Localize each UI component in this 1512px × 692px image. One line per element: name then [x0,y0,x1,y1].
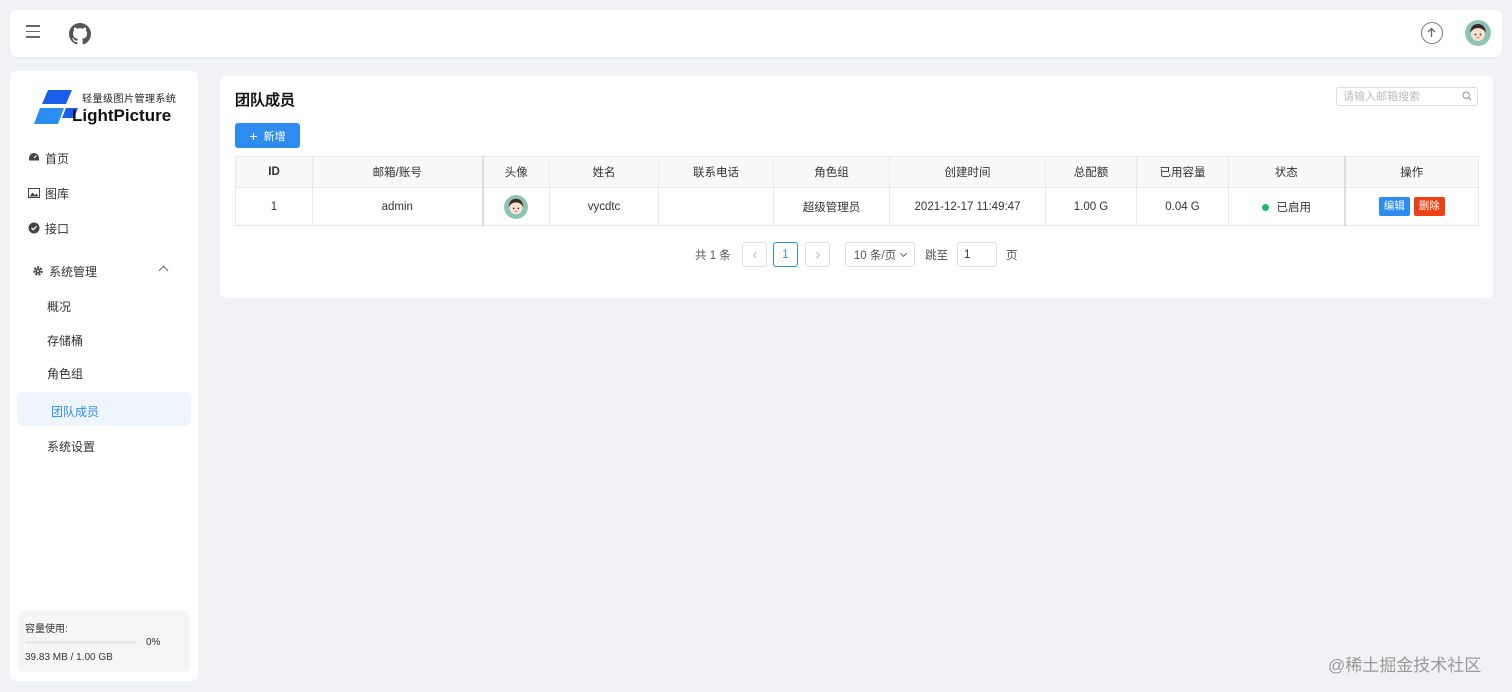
column-header[interactable]: 联系电话 [658,156,774,188]
cell-phone [658,187,774,226]
usage-title: 容量使用: [25,624,68,635]
cell-actions: 编辑 删除 [1343,187,1479,226]
sidebar-item-gallery[interactable]: 图库 [28,182,69,204]
cell-created: 2021-12-17 11:49:47 [889,187,1046,226]
sidebar-item-home[interactable]: 首页 [28,147,69,169]
pagination-total: 共 1 条 [695,250,731,262]
jump-field[interactable] [957,242,997,267]
usage-progress-bar [25,641,137,644]
column-header[interactable]: 操作 [1343,156,1479,188]
jump-input[interactable] [958,243,996,266]
column-header[interactable]: 姓名 [549,156,659,188]
sidebar-subitem-label: 概况 [47,299,72,314]
usage-detail: 39.83 MB / 1.00 GB [25,652,113,663]
sidebar-subitem-roles[interactable]: 角色组 [47,363,83,383]
chevron-down-icon [900,249,908,257]
page-button-current[interactable]: 1 [773,242,798,267]
jump-label: 跳至 [925,250,948,262]
usage-percent: 0% [146,637,161,648]
add-button-label: 新增 [263,130,286,143]
app-logo[interactable]: 轻量级图片管理系统 LightPicture [34,86,184,130]
sidebar-item-system-admin[interactable]: 系统管理 [32,260,97,282]
column-header[interactable]: 已用容量 [1136,156,1229,188]
sidebar-subitem-label: 团队成员 [51,405,100,419]
column-header[interactable]: 总配额 [1045,156,1137,188]
prev-page-button[interactable] [742,242,767,267]
sidebar-item-label: 首页 [45,151,70,166]
members-table: ID 邮箱/账号 头像 姓名 联系电话 角色组 创建时间 总配额 已用容量 状态… [235,156,1479,226]
edit-button[interactable]: 编辑 [1378,197,1410,216]
email-search[interactable] [1336,87,1478,106]
column-header[interactable]: 状态 [1228,156,1345,188]
gear-icon [33,266,43,276]
add-member-button[interactable]: + 新增 [235,123,300,148]
sidebar-item-label: 系统管理 [49,264,98,279]
status-dot-icon [1261,203,1269,211]
cell-avatar [482,187,550,226]
sidebar-subitem-label: 系统设置 [47,439,96,454]
sidebar-item-label: 图库 [45,186,70,201]
page-size-select[interactable]: 10 条/页 [845,242,915,267]
cell-account: admin [312,187,484,226]
chevron-left-icon [752,251,757,258]
column-header[interactable]: 邮箱/账号 [312,156,484,188]
table-row: 1 admin vycdtc 超级管理员 2021-12-17 11:49:47… [235,187,1479,226]
watermark: @稀土掘金技术社区 [1328,656,1482,675]
main-card: 团队成员 + 新增 ID 邮箱/账号 头像 姓名 联系电话 角色组 创建时间 总… [220,76,1493,298]
search-input[interactable] [1337,88,1457,105]
cell-status: 已启用 [1228,187,1345,226]
logo-name: LightPicture [72,106,172,125]
sidebar-subitem-buckets[interactable]: 存储桶 [47,330,83,350]
column-header[interactable]: ID [235,156,313,188]
image-icon [28,188,40,198]
user-avatar[interactable] [1465,20,1491,46]
upload-icon[interactable] [1421,22,1443,44]
chevron-up-icon[interactable] [158,265,169,276]
delete-button[interactable]: 删除 [1413,197,1445,216]
next-page-button[interactable] [805,242,830,267]
plus-icon: + [249,127,258,144]
hamburger-icon[interactable] [26,25,40,39]
sidebar-item-label: 接口 [45,221,70,236]
page-size-label: 10 条/页 [853,249,897,262]
column-header[interactable]: 角色组 [773,156,890,188]
storage-usage-card: 容量使用: 0% 39.83 MB / 1.00 GB [18,610,190,672]
sidebar-subitem-overview[interactable]: 概况 [47,296,71,316]
top-header [10,10,1502,57]
api-icon [28,222,40,234]
search-icon[interactable] [1462,91,1472,101]
sidebar-subitem-label: 角色组 [47,366,84,381]
github-icon[interactable] [69,23,91,45]
dashboard-icon [29,153,39,161]
sidebar-subitem-settings[interactable]: 系统设置 [47,436,95,456]
page-title: 团队成员 [235,92,296,109]
cell-quota: 1.00 G [1045,187,1137,226]
table-header-row: ID 邮箱/账号 头像 姓名 联系电话 角色组 创建时间 总配额 已用容量 状态… [235,156,1479,188]
sidebar: 轻量级图片管理系统 LightPicture 首页 图库 接口 系统管理 概况 … [10,71,198,681]
column-header[interactable]: 创建时间 [889,156,1046,188]
cell-name: vycdtc [549,187,659,226]
avatar[interactable] [504,194,529,219]
column-header[interactable]: 头像 [482,156,550,188]
sidebar-subitem-team-members[interactable]: 团队成员 [17,392,191,426]
cell-used: 0.04 G [1136,187,1229,226]
logo-subtitle: 轻量级图片管理系统 [82,94,177,105]
chevron-right-icon [815,251,820,258]
cell-id: 1 [235,187,313,226]
sidebar-subitem-label: 存储桶 [47,333,84,348]
page-unit-label: 页 [1006,250,1018,262]
sidebar-item-api[interactable]: 接口 [28,217,69,239]
status-label: 已启用 [1276,201,1312,214]
cell-role: 超级管理员 [773,187,890,226]
